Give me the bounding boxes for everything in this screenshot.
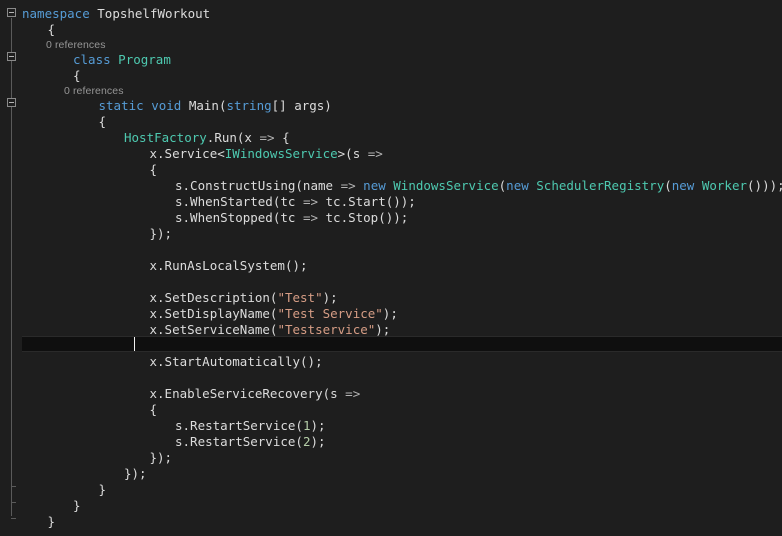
code-token: }	[47, 514, 56, 529]
code-line[interactable]: {	[0, 162, 158, 178]
code-token: void	[151, 98, 182, 113]
code-line[interactable]: s.RestartService(2);	[0, 434, 326, 450]
code-token: {	[149, 162, 158, 177]
code-token: "Test Service"	[277, 306, 383, 321]
fold-collapse-icon[interactable]	[7, 8, 16, 17]
code-token: );	[375, 322, 391, 337]
codelens-references-label[interactable]: 0 references	[46, 38, 106, 52]
code-token: s.RestartService(	[175, 418, 303, 433]
code-token: s.WhenStarted(tc	[175, 194, 303, 209]
code-token: =>	[259, 130, 275, 145]
code-token: });	[124, 466, 147, 481]
code-token: =>	[302, 194, 318, 209]
code-token: }	[98, 482, 107, 497]
code-token: tc.Start());	[318, 194, 416, 209]
code-line[interactable]: });	[0, 450, 173, 466]
code-token: });	[149, 450, 173, 465]
code-token: IWindowsService	[224, 146, 338, 161]
code-token: Worker	[701, 178, 748, 193]
code-token: x.Service<	[149, 146, 225, 161]
code-token: s.RestartService(	[175, 434, 303, 449]
code-token: SchedulerRegistry	[536, 178, 665, 193]
code-token: );	[310, 418, 326, 433]
code-token: x.EnableServiceRecovery(s	[149, 386, 346, 401]
code-line[interactable]: });	[0, 226, 173, 242]
outlining-gutter[interactable]	[0, 0, 22, 536]
code-token: .Run(x	[206, 130, 260, 145]
code-token: "Testservice"	[277, 322, 376, 337]
code-token: static	[98, 98, 144, 113]
code-token: x.SetServiceName(	[149, 322, 278, 337]
code-line[interactable]: namespace TopshelfWorkout	[0, 6, 210, 22]
code-token: TopshelfWorkout	[97, 6, 211, 21]
code-token: =>	[340, 178, 356, 193]
code-token: s.WhenStopped(tc	[175, 210, 303, 225]
code-token: );	[382, 306, 398, 321]
code-token: string	[226, 98, 272, 113]
code-token: =>	[367, 146, 383, 161]
code-token: namespace	[22, 6, 90, 21]
code-line[interactable]: x.RunAsLocalSystem();	[0, 258, 308, 274]
code-token: Program	[118, 52, 171, 67]
code-line[interactable]: s.ConstructUsing(name => new WindowsServ…	[0, 178, 782, 194]
code-token: {	[47, 22, 56, 37]
code-line[interactable]: {	[0, 402, 158, 418]
code-token: >(s	[337, 146, 368, 161]
code-token: [] args)	[271, 98, 332, 113]
code-line[interactable]: s.WhenStopped(tc => tc.Stop());	[0, 210, 408, 226]
code-token: WindowsService	[393, 178, 499, 193]
code-line[interactable]: static void Main(string[] args)	[0, 98, 332, 114]
fold-end-tick	[11, 518, 16, 519]
code-token: s.ConstructUsing(name	[175, 178, 341, 193]
code-line[interactable]: class Program	[0, 52, 171, 68]
code-text-layer[interactable]: namespace TopshelfWorkout{class Program{…	[0, 0, 782, 536]
fold-end-tick	[11, 486, 16, 487]
code-token: new	[671, 178, 695, 193]
fold-collapse-icon[interactable]	[7, 98, 16, 107]
code-token: =>	[345, 386, 361, 401]
fold-collapse-icon[interactable]	[7, 52, 16, 61]
code-token: x.SetDescription(	[149, 290, 278, 305]
code-token: x.RunAsLocalSystem();	[149, 258, 308, 273]
code-line[interactable]: s.RestartService(1);	[0, 418, 326, 434]
code-token: class	[73, 52, 111, 67]
code-line[interactable]: x.SetDescription("Test");	[0, 290, 338, 306]
code-line[interactable]: x.SetServiceName("Testservice");	[0, 322, 391, 338]
code-token: ()));	[747, 178, 782, 193]
code-token: tc.Stop());	[318, 210, 409, 225]
code-token: {	[149, 402, 158, 417]
code-token: x.SetDisplayName(	[149, 306, 278, 321]
code-token: new	[363, 178, 386, 193]
code-editor-surface[interactable]: namespace TopshelfWorkout{class Program{…	[0, 0, 782, 536]
code-token: =>	[302, 210, 318, 225]
code-line[interactable]: s.WhenStarted(tc => tc.Start());	[0, 194, 416, 210]
code-line[interactable]: HostFactory.Run(x => {	[0, 130, 290, 146]
code-token: }	[73, 498, 81, 513]
code-line[interactable]: x.SetDisplayName("Test Service");	[0, 306, 398, 322]
code-line[interactable]: x.EnableServiceRecovery(s =>	[0, 386, 361, 402]
code-line[interactable]: x.StartAutomatically();	[0, 354, 323, 370]
code-token: new	[506, 178, 529, 193]
code-token: {	[73, 68, 81, 83]
code-token: });	[149, 226, 173, 241]
code-token: (	[664, 178, 672, 193]
code-token: HostFactory	[124, 130, 207, 145]
fold-guide-line	[11, 108, 12, 486]
codelens-references-label[interactable]: 0 references	[64, 84, 124, 98]
code-token: {	[98, 114, 107, 129]
code-token: "Test"	[277, 290, 323, 305]
fold-end-tick	[11, 502, 16, 503]
code-token: );	[322, 290, 338, 305]
code-token: );	[310, 434, 326, 449]
code-token: x.StartAutomatically();	[149, 354, 323, 369]
code-token: {	[274, 130, 290, 145]
code-token: Main	[188, 98, 219, 113]
code-line[interactable]: x.Service<IWindowsService>(s =>	[0, 146, 383, 162]
